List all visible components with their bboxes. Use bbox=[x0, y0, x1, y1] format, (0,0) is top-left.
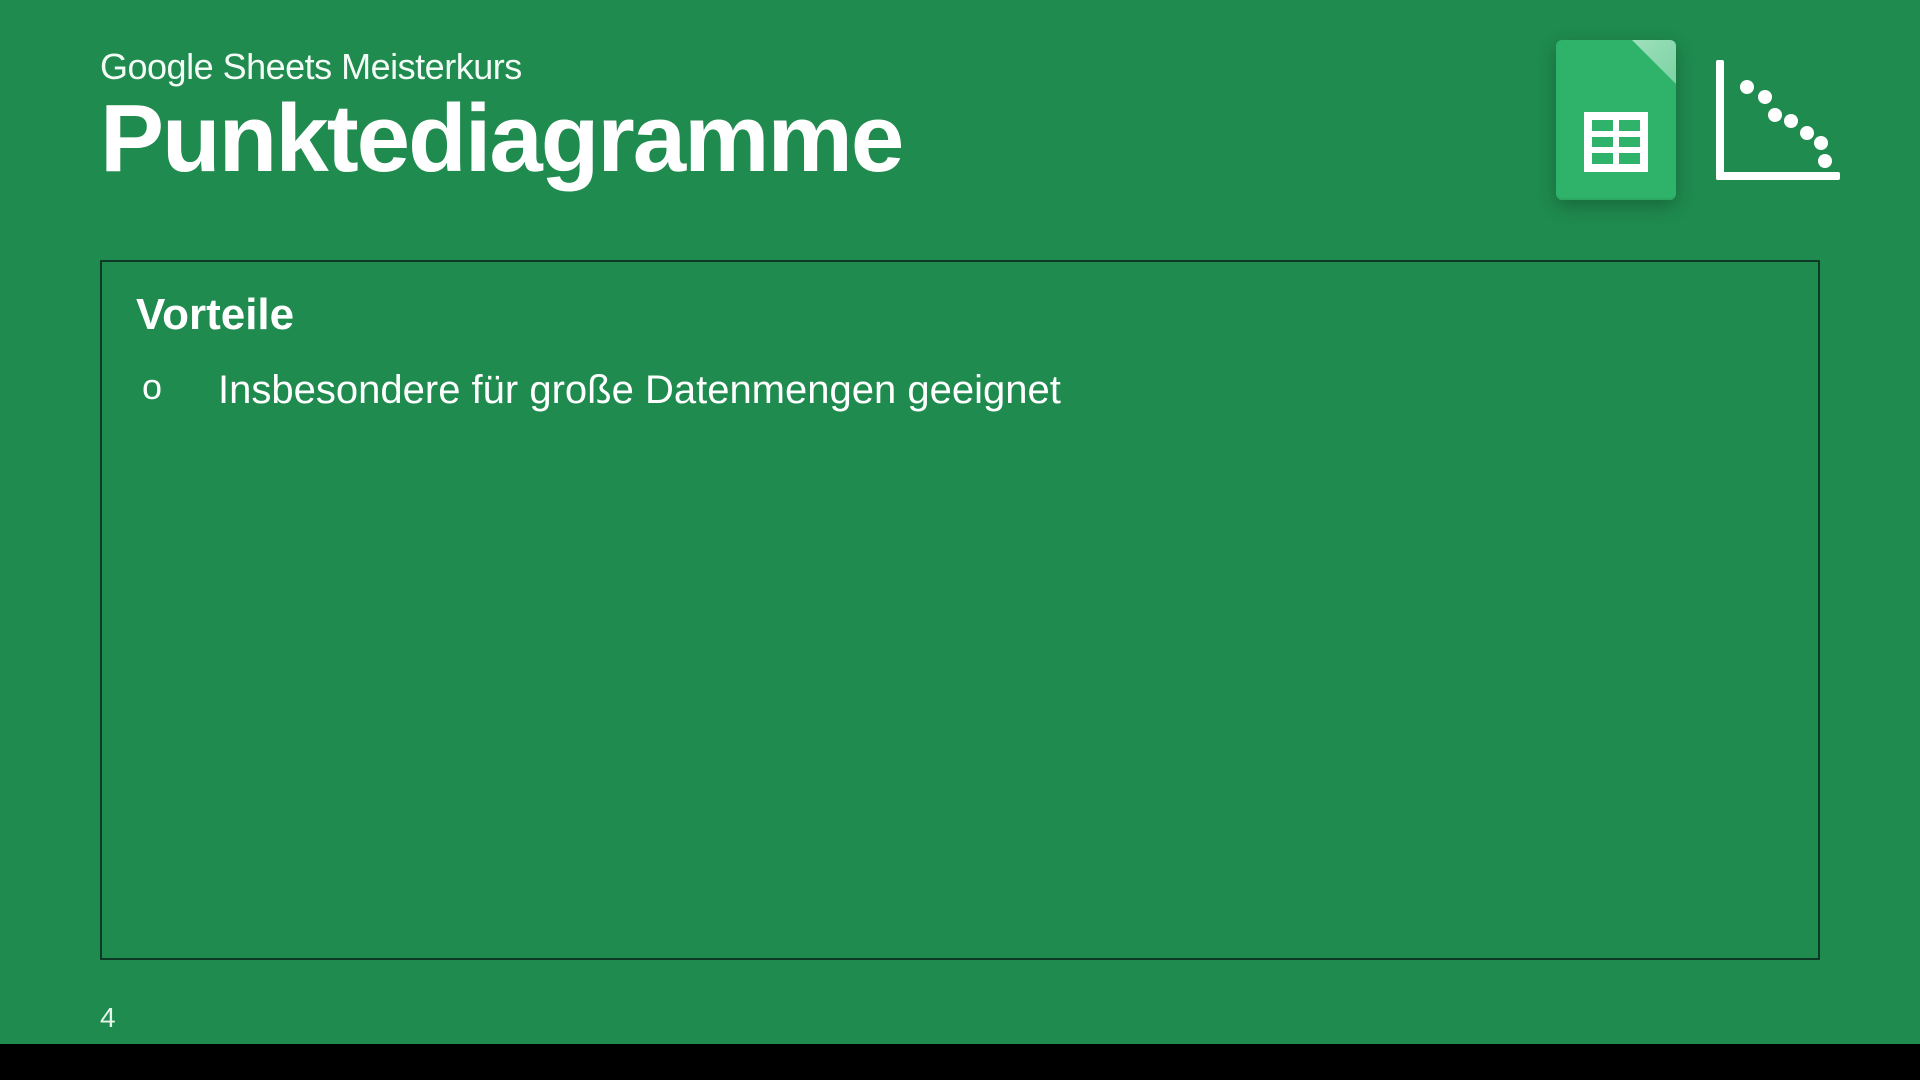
scatter-dot bbox=[1818, 154, 1832, 168]
scatter-dot bbox=[1758, 90, 1772, 104]
bullet-list: o Insbesondere für große Datenmengen geei… bbox=[136, 364, 1784, 416]
sheets-grid-icon bbox=[1584, 112, 1648, 172]
scatter-dot bbox=[1800, 126, 1814, 140]
header-icons bbox=[1556, 40, 1840, 200]
axis-y bbox=[1716, 60, 1724, 180]
content-box: Vorteile o Insbesondere für große Datenme… bbox=[100, 260, 1820, 960]
axis-x bbox=[1716, 172, 1840, 180]
letterbox-bottom bbox=[0, 1044, 1920, 1080]
scatter-dot bbox=[1768, 108, 1782, 122]
box-heading: Vorteile bbox=[136, 290, 1784, 340]
scatter-dot bbox=[1784, 114, 1798, 128]
bullet-item: o Insbesondere für große Datenmengen geei… bbox=[136, 364, 1784, 416]
scatter-chart-icon bbox=[1710, 60, 1840, 180]
slide: Google Sheets Meisterkurs Punktediagramm… bbox=[0, 0, 1920, 1080]
scatter-dot bbox=[1814, 136, 1828, 150]
page-number: 4 bbox=[100, 1002, 116, 1034]
scatter-dot bbox=[1740, 80, 1754, 94]
bullet-text: Insbesondere für große Datenmengen geeig… bbox=[218, 364, 1061, 416]
google-sheets-icon bbox=[1556, 40, 1676, 200]
bullet-marker: o bbox=[142, 364, 162, 411]
